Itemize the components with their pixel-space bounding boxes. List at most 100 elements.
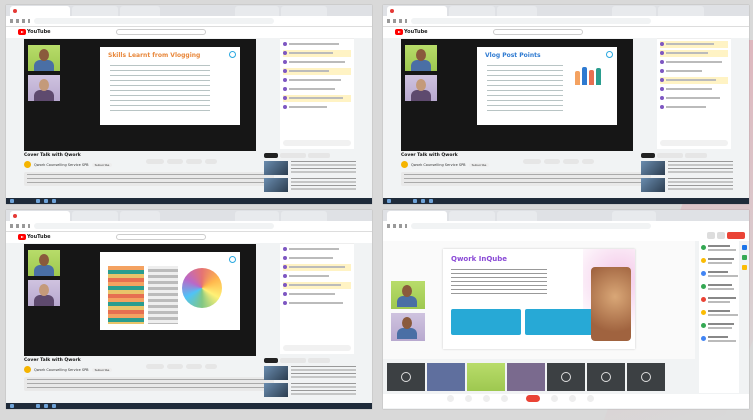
search-input[interactable] (116, 29, 206, 35)
header-button[interactable] (707, 232, 715, 239)
browser-tab[interactable] (72, 211, 118, 221)
filter-chip[interactable] (264, 153, 278, 158)
chat-icon[interactable] (501, 395, 508, 402)
filter-chip[interactable] (280, 358, 306, 363)
subscribe-button[interactable]: Subscribe (91, 367, 113, 372)
search-input[interactable] (493, 29, 583, 35)
chat-input[interactable] (283, 140, 351, 146)
taskbar-app-icon[interactable] (52, 199, 56, 203)
video-description[interactable] (24, 172, 274, 186)
video-player[interactable] (24, 244, 256, 356)
share-button[interactable] (167, 364, 183, 369)
browser-tab[interactable] (281, 6, 327, 16)
participant-tile[interactable] (467, 363, 505, 391)
browser-tab[interactable] (387, 6, 447, 16)
filter-chip[interactable] (657, 153, 683, 158)
address-bar[interactable] (6, 221, 372, 232)
channel-avatar[interactable] (24, 161, 31, 168)
channel-avatar[interactable] (24, 366, 31, 373)
chat-input[interactable] (660, 140, 728, 146)
more-button[interactable] (582, 159, 594, 164)
browser-tab[interactable] (497, 211, 537, 221)
save-button[interactable] (563, 159, 579, 164)
video-thumbnail[interactable] (641, 161, 665, 175)
camera-icon[interactable] (465, 395, 472, 402)
url-field[interactable] (411, 18, 651, 24)
presenter-camera[interactable] (391, 281, 425, 309)
rail-activities-icon[interactable] (742, 265, 747, 270)
browser-tab[interactable] (120, 6, 160, 16)
rail-people-icon[interactable] (742, 255, 747, 260)
browser-tab[interactable] (387, 211, 447, 221)
taskbar-app-icon[interactable] (429, 199, 433, 203)
recommended-video[interactable] (641, 161, 733, 175)
recommended-video[interactable] (264, 161, 356, 175)
url-field[interactable] (411, 223, 651, 229)
video-thumbnail[interactable] (264, 161, 288, 175)
like-button[interactable] (146, 159, 164, 164)
more-button[interactable] (205, 159, 217, 164)
start-icon[interactable] (387, 199, 391, 203)
browser-tab[interactable] (10, 211, 70, 221)
participant-tile[interactable] (387, 363, 425, 391)
browser-tab[interactable] (658, 6, 704, 16)
video-thumbnail[interactable] (264, 178, 288, 192)
recommended-video[interactable] (264, 383, 356, 397)
taskbar-app-icon[interactable] (421, 199, 425, 203)
start-icon[interactable] (10, 199, 14, 203)
mic-icon[interactable] (447, 395, 454, 402)
address-bar[interactable] (6, 16, 372, 27)
filter-chip[interactable] (280, 153, 306, 158)
reactions-icon[interactable] (569, 395, 576, 402)
participant-tile[interactable] (627, 363, 665, 391)
youtube-logo[interactable]: YouTube (395, 29, 428, 35)
browser-tab[interactable] (72, 6, 118, 16)
start-icon[interactable] (10, 404, 14, 408)
video-thumbnail[interactable] (264, 366, 288, 380)
recommended-video[interactable] (264, 178, 356, 192)
share-button[interactable] (167, 159, 183, 164)
video-description[interactable] (24, 377, 274, 391)
channel-name[interactable]: Qwork Counselling Service SPB (34, 368, 89, 372)
filter-chip[interactable] (264, 358, 278, 363)
more-button[interactable] (205, 364, 217, 369)
channel-name[interactable]: Qwork Counselling Service SPB (34, 163, 89, 167)
video-thumbnail[interactable] (264, 383, 288, 397)
filter-chip[interactable] (641, 153, 655, 158)
subscribe-button[interactable]: Subscribe (91, 162, 113, 167)
video-player[interactable]: Skills Learnt from Vlogging (24, 39, 256, 151)
taskbar-app-icon[interactable] (44, 199, 48, 203)
url-field[interactable] (34, 18, 274, 24)
filter-chip[interactable] (685, 153, 707, 158)
leave-call-icon[interactable] (526, 395, 540, 402)
save-button[interactable] (186, 159, 202, 164)
chat-input[interactable] (283, 345, 351, 351)
participant-camera[interactable] (391, 313, 425, 341)
browser-tab[interactable] (497, 6, 537, 16)
recommended-video[interactable] (264, 366, 356, 380)
browser-tab[interactable] (10, 6, 70, 16)
filter-chip[interactable] (308, 153, 330, 158)
like-button[interactable] (146, 364, 164, 369)
nav-buttons[interactable] (10, 19, 30, 23)
nav-buttons[interactable] (387, 224, 407, 228)
address-bar[interactable] (383, 16, 749, 27)
channel-name[interactable]: Qwork Counselling Service SPB (411, 163, 466, 167)
header-button[interactable] (717, 232, 725, 239)
taskbar-app-icon[interactable] (413, 199, 417, 203)
taskbar-app-icon[interactable] (36, 199, 40, 203)
filter-chip[interactable] (308, 358, 330, 363)
taskbar-app-icon[interactable] (36, 404, 40, 408)
video-description[interactable] (401, 172, 651, 186)
participant-tile[interactable] (507, 363, 545, 391)
people-icon[interactable] (551, 395, 558, 402)
rail-chat-icon[interactable] (742, 245, 747, 250)
leave-call-button[interactable] (727, 232, 745, 239)
browser-tab[interactable] (281, 211, 327, 221)
channel-avatar[interactable] (401, 161, 408, 168)
recommended-video[interactable] (641, 178, 733, 192)
video-player[interactable]: Vlog Post Points (401, 39, 633, 151)
browser-tab[interactable] (120, 211, 160, 221)
url-field[interactable] (34, 223, 274, 229)
nav-buttons[interactable] (10, 224, 30, 228)
